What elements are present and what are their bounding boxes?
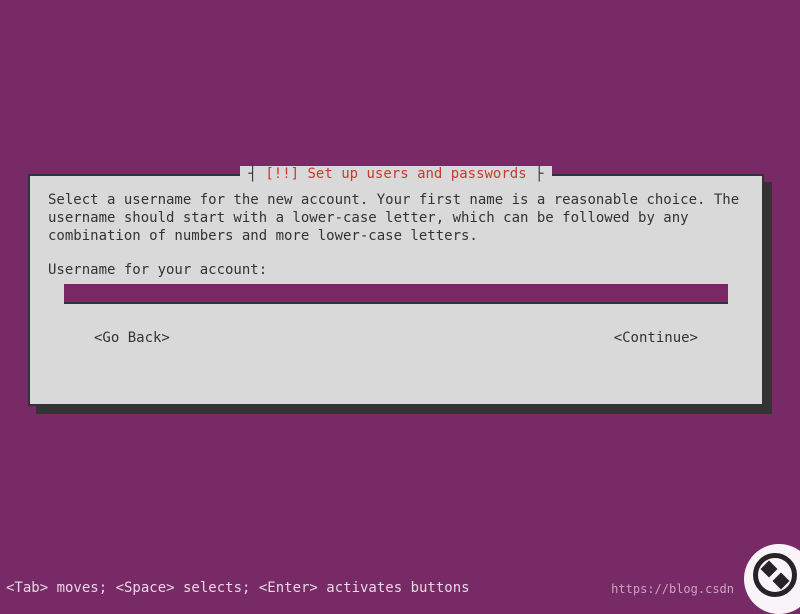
go-back-button[interactable]: <Go Back> — [94, 330, 170, 346]
instruction-text: Select a username for the new account. Y… — [48, 192, 744, 246]
dialog-title: ┤ [!!] Set up users and passwords ├ — [240, 166, 551, 182]
installer-dialog: ┤ [!!] Set up users and passwords ├ Sele… — [28, 174, 764, 406]
continue-button[interactable]: <Continue> — [614, 330, 698, 346]
title-text: Set up users and passwords — [308, 166, 527, 182]
watermark-logo: 创新互联 — [744, 544, 800, 614]
help-text: <Tab> moves; <Space> selects; <Enter> ac… — [6, 580, 611, 596]
watermark-icon — [753, 553, 797, 597]
help-bar: <Tab> moves; <Space> selects; <Enter> ac… — [0, 576, 800, 600]
title-priority: [!!] — [265, 166, 299, 182]
title-bracket-close: ├ — [527, 166, 544, 182]
dialog-title-wrap: ┤ [!!] Set up users and passwords ├ — [30, 166, 762, 182]
username-label: Username for your account: — [48, 262, 744, 278]
username-input[interactable] — [64, 284, 728, 304]
button-row: <Go Back> <Continue> — [48, 330, 744, 346]
title-bracket-open: ┤ — [248, 166, 265, 182]
dialog-body: Select a username for the new account. Y… — [30, 176, 762, 356]
